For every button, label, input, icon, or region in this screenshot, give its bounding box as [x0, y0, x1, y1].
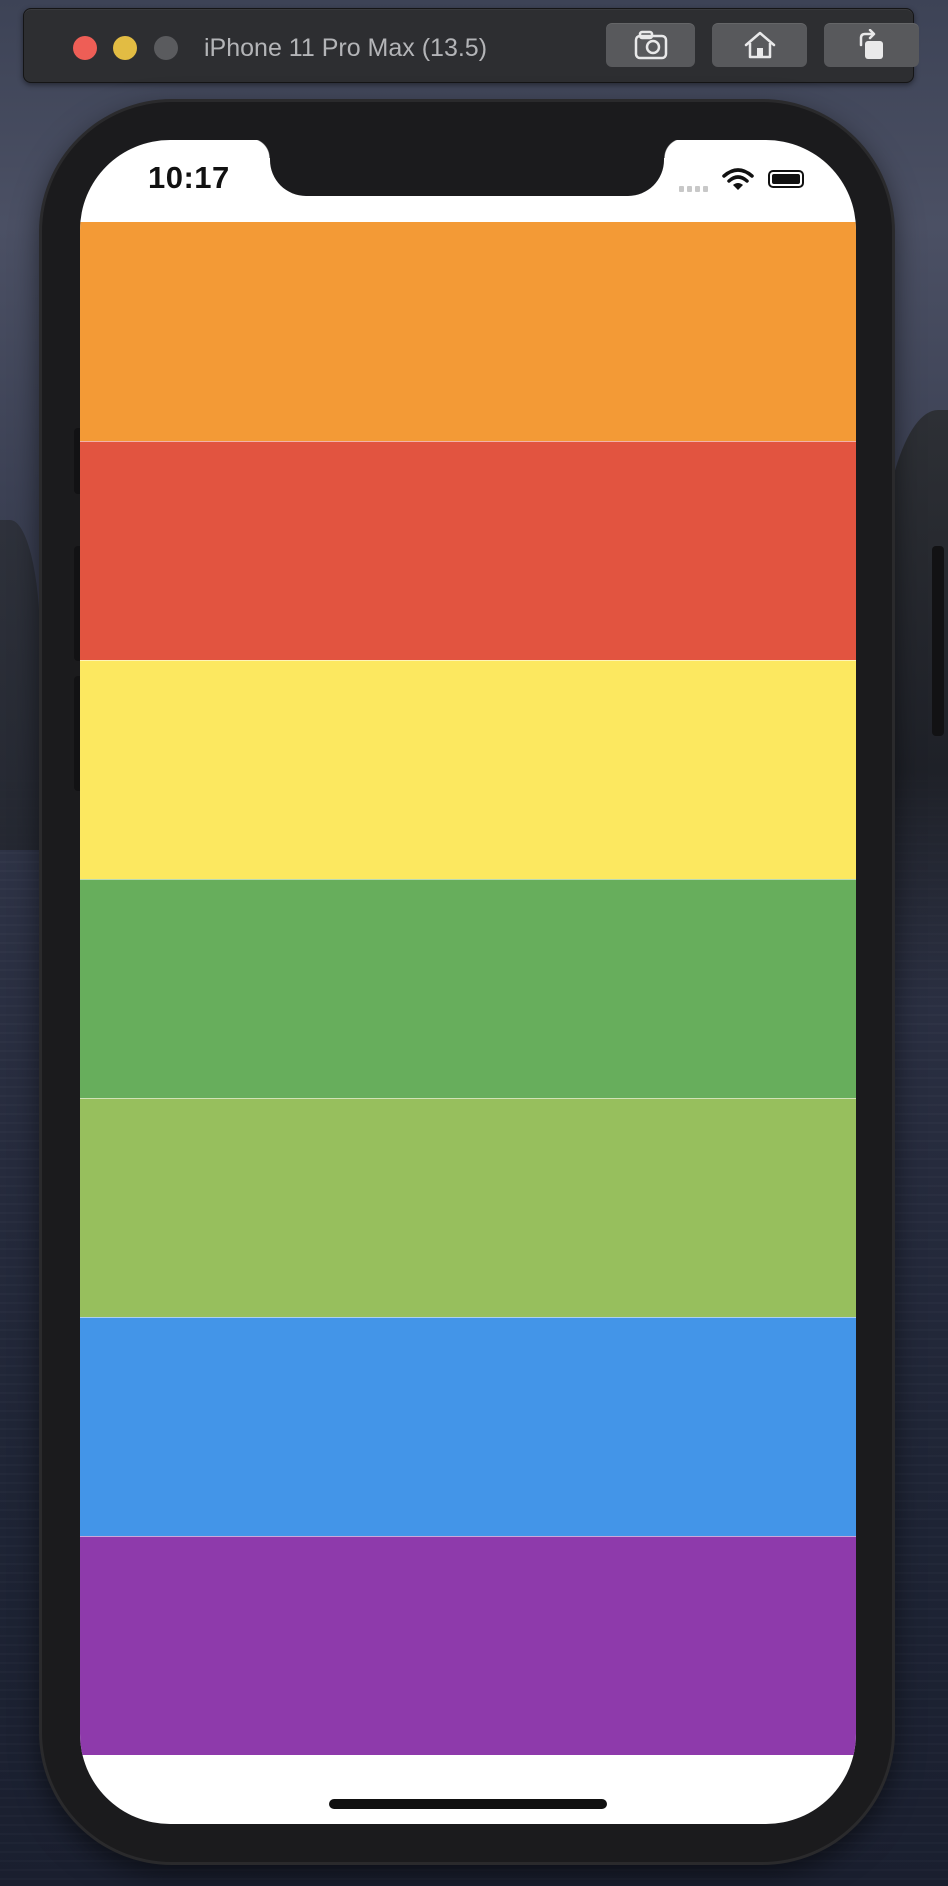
signal-icon	[679, 186, 708, 192]
home-icon	[743, 30, 777, 60]
color-band-purple	[80, 1536, 856, 1755]
wifi-icon	[722, 168, 754, 197]
color-band-red	[80, 441, 856, 660]
wallpaper-cliff-left	[0, 520, 40, 850]
minimize-window-button[interactable]	[113, 36, 137, 60]
color-band-green	[80, 879, 856, 1098]
simulator-toolbar: iPhone 11 Pro Max (13.5)	[23, 8, 919, 83]
side-power-button	[932, 546, 944, 736]
rotate-button[interactable]	[824, 23, 919, 67]
camera-icon	[634, 30, 668, 60]
color-band-yellow	[80, 660, 856, 879]
battery-icon	[768, 170, 804, 188]
color-bands-list	[80, 222, 856, 1755]
home-button[interactable]	[712, 23, 807, 67]
home-indicator[interactable]	[329, 1799, 607, 1809]
screenshot-button[interactable]	[606, 23, 695, 67]
zoom-window-button[interactable]	[154, 36, 178, 60]
notch	[250, 140, 684, 196]
rotate-icon	[855, 29, 889, 61]
simulator-title: iPhone 11 Pro Max (13.5)	[204, 34, 488, 62]
color-band-light-green	[80, 1098, 856, 1317]
status-time: 10:17	[148, 160, 230, 195]
color-band-orange	[80, 222, 856, 441]
color-band-blue	[80, 1317, 856, 1536]
device-screen[interactable]: 10:17 DEBUG	[80, 140, 856, 1824]
close-window-button[interactable]	[73, 36, 97, 60]
